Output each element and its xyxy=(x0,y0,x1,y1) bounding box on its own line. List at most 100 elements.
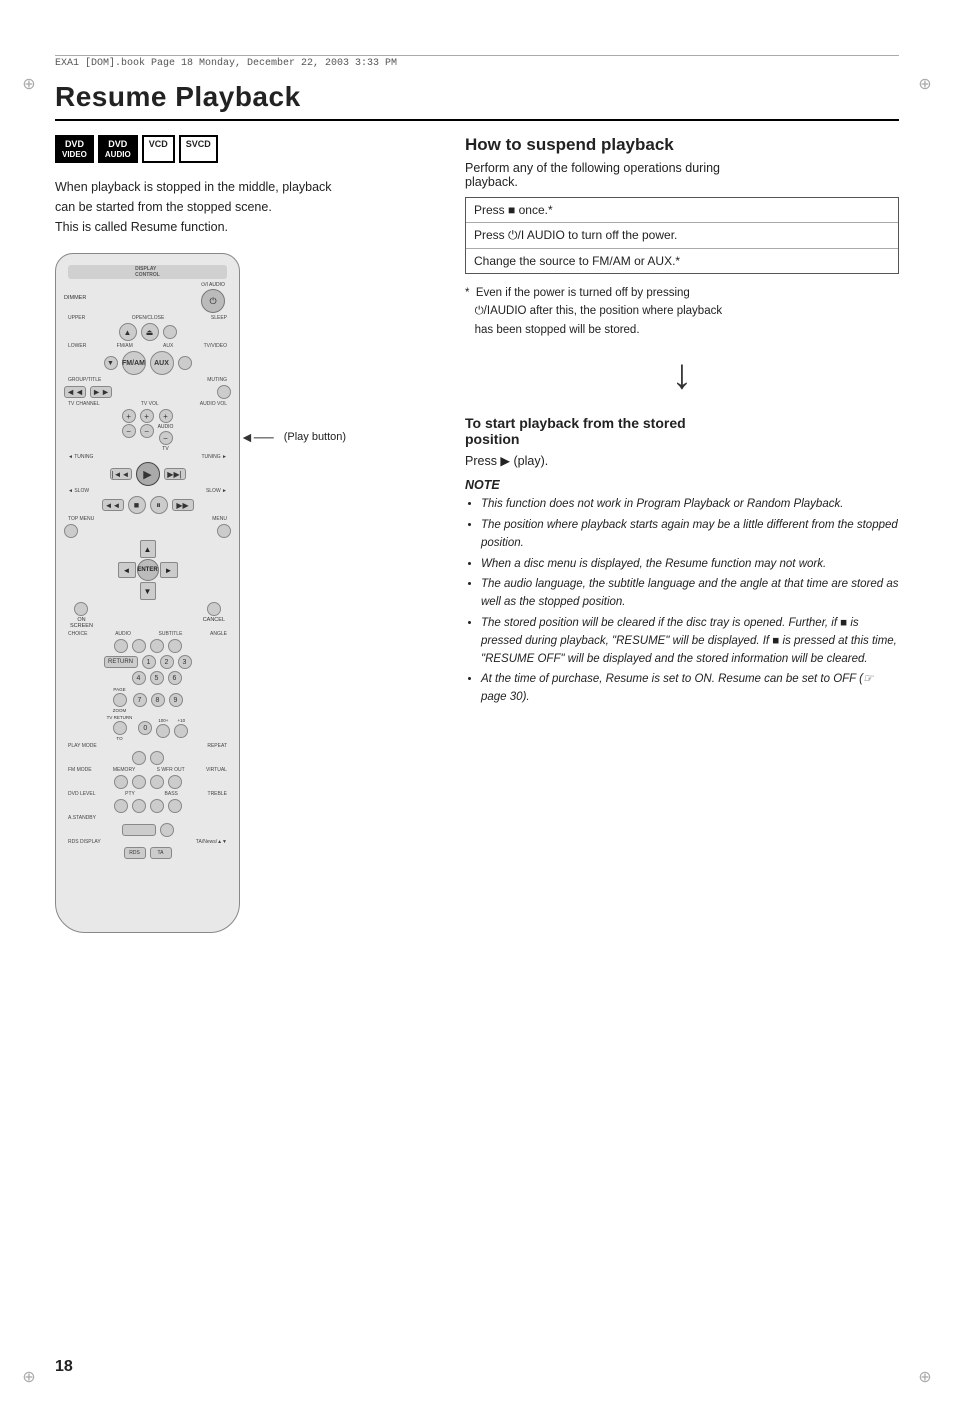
suspend-row-3: Change the source to FM/AM or AUX.* xyxy=(466,249,898,273)
suspend-row-2: Press ⏻/I AUDIO to turn off the power. xyxy=(466,223,898,249)
next-chapter[interactable]: ►► xyxy=(90,386,112,398)
prev-chapter[interactable]: ◄◄ xyxy=(64,386,86,398)
slow-labels: ◄ SLOW SLOW ► xyxy=(64,488,231,494)
num0-button[interactable]: 0 xyxy=(138,721,152,735)
dvd-level-button[interactable] xyxy=(114,799,128,813)
tv-vol-minus[interactable]: − xyxy=(140,424,154,438)
return-button[interactable]: RETURN xyxy=(104,656,138,668)
return-row: RETURN 1 2 3 xyxy=(64,655,231,669)
upper-row-btns: ▲ ⏏ xyxy=(64,323,231,341)
play-btn-annotation: ◄── (Play button) xyxy=(240,429,346,445)
num5-button[interactable]: 5 xyxy=(150,671,164,685)
num2-button[interactable]: 2 xyxy=(160,655,174,669)
sleep-button[interactable] xyxy=(163,325,177,339)
cancel-button[interactable] xyxy=(207,602,221,616)
note-title: NOTE xyxy=(465,478,899,492)
treble-button[interactable] xyxy=(168,799,182,813)
lower-row-btns: ▼ FM/AM AUX xyxy=(64,351,231,375)
vol-labels: TV CHANNEL TV VOL AUDIO VOL xyxy=(64,401,231,407)
stored-title: To start playback from the storedpositio… xyxy=(465,415,899,447)
num100-button[interactable] xyxy=(156,724,170,738)
fm-mode-button[interactable] xyxy=(114,775,128,789)
num-row-4: TV RETURN TO 0 100+ +10 xyxy=(64,715,231,741)
enter-button[interactable]: ENTER xyxy=(137,559,159,581)
subtitle-button[interactable] xyxy=(150,639,164,653)
audio-lang-button[interactable] xyxy=(132,639,146,653)
playmode-labels: PLAY MODE REPEAT xyxy=(64,743,231,749)
corner-mark-bl: ⊕ xyxy=(20,1368,38,1386)
num9-button[interactable]: 9 xyxy=(169,693,183,707)
tvvideo-button[interactable] xyxy=(178,356,192,370)
tuning-labels: ◄ TUNING TUNING ► xyxy=(64,454,231,460)
repeat-button[interactable] xyxy=(150,751,164,765)
badge-dvd-video: DVD VIDEO xyxy=(55,135,94,163)
choice-button[interactable] xyxy=(114,639,128,653)
audio-vol-minus[interactable]: − xyxy=(159,431,173,445)
nav-down[interactable]: ▼ xyxy=(140,582,156,600)
file-info: EXA1 [DOM].book Page 18 Monday, December… xyxy=(55,55,899,71)
page-btn[interactable] xyxy=(113,693,127,707)
tv-ch-minus[interactable]: − xyxy=(122,424,136,438)
suspend-footnote: * Even if the power is turned off by pre… xyxy=(465,284,899,339)
on-screen-button[interactable] xyxy=(74,602,88,616)
corner-mark-tl: ⊕ xyxy=(20,75,38,93)
slow-prev[interactable]: ◄◄ xyxy=(102,499,124,511)
audio-vol-plus[interactable]: + xyxy=(159,409,173,423)
play-button[interactable]: ▶ xyxy=(136,462,160,486)
pty-button[interactable] xyxy=(132,799,146,813)
nav-cross: ▲ ▼ ◄ ► ENTER xyxy=(118,540,178,600)
nav-right[interactable]: ► xyxy=(160,562,178,578)
ta-news-button[interactable]: TA xyxy=(150,847,172,859)
note-item-1: This function does not work in Program P… xyxy=(481,496,899,514)
misc1-button[interactable] xyxy=(160,823,174,837)
nav-left[interactable]: ◄ xyxy=(118,562,136,578)
angle-button[interactable] xyxy=(168,639,182,653)
menu-button[interactable] xyxy=(217,524,231,538)
choice-row-labels: CHOICE AUDIO SUBTITLE ANGLE xyxy=(64,631,231,637)
num-row-3: PAGE ZOOM 7 8 9 xyxy=(64,687,231,713)
swfr-button[interactable] xyxy=(150,775,164,789)
tv-return-btn[interactable] xyxy=(113,721,127,735)
upper-row-labels: UPPER OPEN/CLOSE SLEEP xyxy=(64,315,231,321)
note-list: This function does not work in Program P… xyxy=(465,496,899,707)
aux-button[interactable]: AUX xyxy=(150,351,174,375)
fmam-button[interactable]: FM/AM xyxy=(122,351,146,375)
intro-text: When playback is stopped in the middle, … xyxy=(55,177,435,237)
slow-next[interactable]: ▶▶ xyxy=(172,499,194,511)
num6-button[interactable]: 6 xyxy=(168,671,182,685)
remote-control: DISPLAYCONTROL DIMMER ⏻/I AUDIO ⏻ xyxy=(55,253,240,933)
num4-button[interactable]: 4 xyxy=(132,671,146,685)
astandby-labels: A.STANDBY xyxy=(64,815,231,821)
right-column: How to suspend playback Perform any of t… xyxy=(465,135,899,933)
num1-button[interactable]: 1 xyxy=(142,655,156,669)
playmode-row xyxy=(64,751,231,765)
lower-button[interactable]: ▼ xyxy=(104,356,118,370)
vol-row: + − + − + AUDIO − TV xyxy=(64,409,231,452)
nav-up[interactable]: ▲ xyxy=(140,540,156,558)
rds-button[interactable]: RDS xyxy=(124,847,146,859)
num8-button[interactable]: 8 xyxy=(151,693,165,707)
tuning-prev[interactable]: |◄◄ xyxy=(110,468,132,480)
virtual-button[interactable] xyxy=(168,775,182,789)
power-button[interactable]: ⏻ xyxy=(201,289,225,313)
suspend-table: Press ■ once.* Press ⏻/I AUDIO to turn o… xyxy=(465,197,899,274)
top-menu-button[interactable] xyxy=(64,524,78,538)
tv-vol-plus[interactable]: + xyxy=(140,409,154,423)
tv-ch-plus[interactable]: + xyxy=(122,409,136,423)
tuning-next[interactable]: ▶▶| xyxy=(164,468,186,480)
corner-mark-tr: ⊕ xyxy=(916,75,934,93)
num3-button[interactable]: 3 xyxy=(178,655,192,669)
bass-button[interactable] xyxy=(150,799,164,813)
pause-button[interactable]: ⏸ xyxy=(150,496,168,514)
muting-button[interactable] xyxy=(217,385,231,399)
upper-button[interactable]: ▲ xyxy=(119,323,137,341)
plus10-button[interactable] xyxy=(174,724,188,738)
memory-button[interactable] xyxy=(132,775,146,789)
group-muting-labels: GROUP/TITLE MUTING xyxy=(64,377,231,383)
play-instruction: Press ▶ (play). xyxy=(465,453,899,468)
a-standby-button[interactable] xyxy=(122,824,156,836)
play-mode-button[interactable] xyxy=(132,751,146,765)
num7-button[interactable]: 7 xyxy=(133,693,147,707)
open-close-button[interactable]: ⏏ xyxy=(141,323,159,341)
stop-button[interactable]: ■ xyxy=(128,496,146,514)
